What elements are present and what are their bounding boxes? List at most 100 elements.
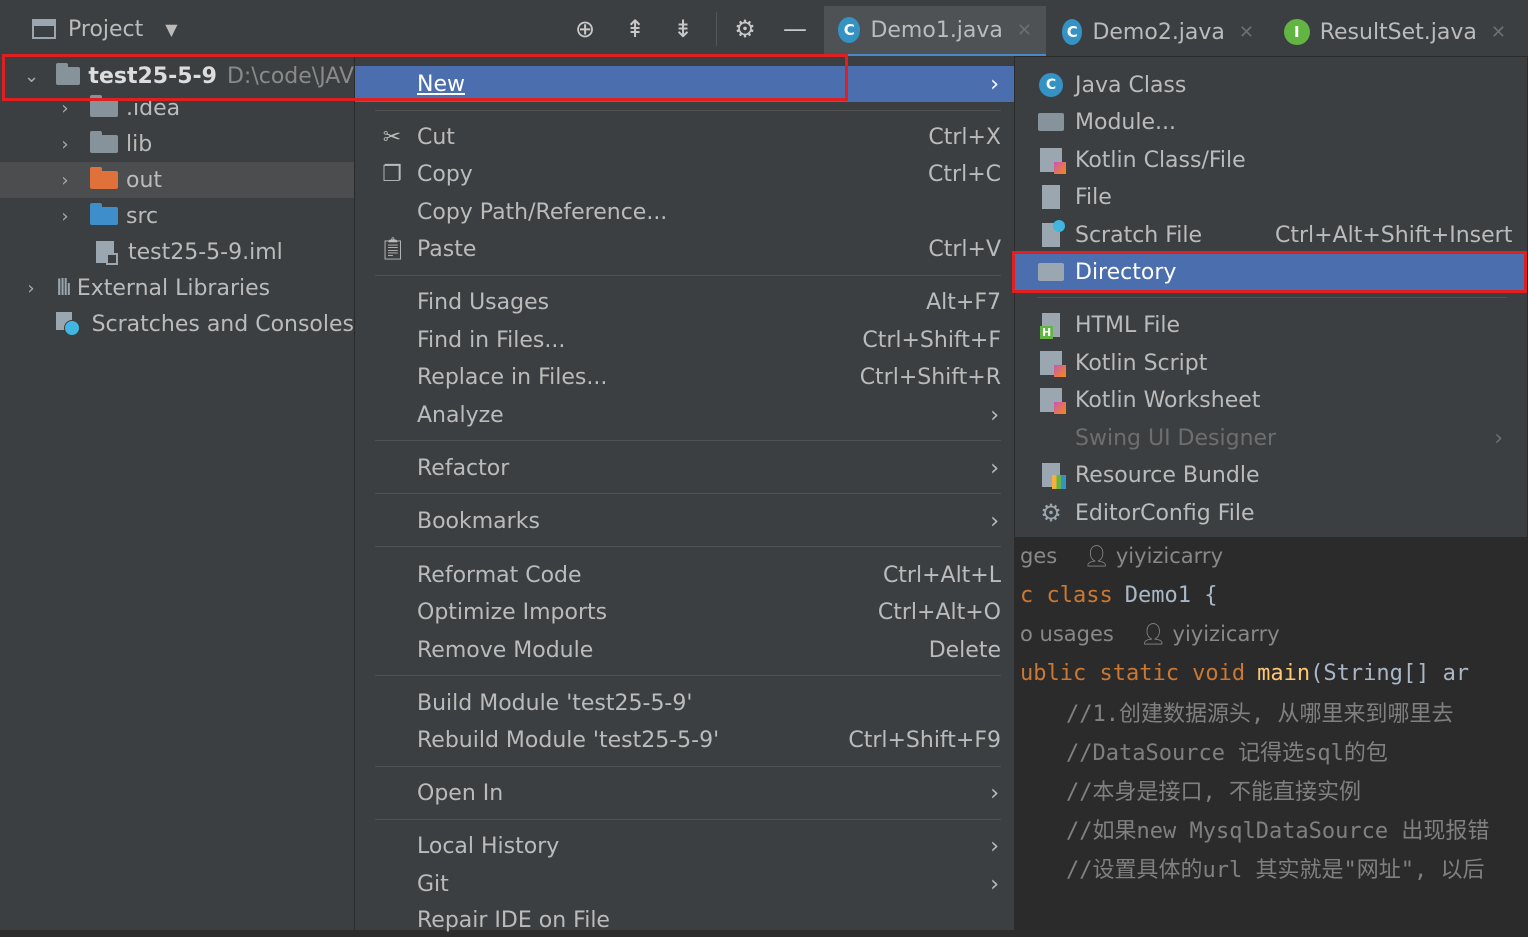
tree-item-out[interactable]: › out: [0, 162, 354, 198]
submenu-item-kotlin-worksheet[interactable]: Kotlin Worksheet: [1015, 382, 1527, 418]
chevron-right-icon[interactable]: ›: [58, 134, 72, 155]
tree-item-label: Scratches and Consoles: [91, 311, 354, 337]
java-class-icon: C: [838, 17, 861, 43]
submenu-item-java-class[interactable]: C Java Class: [1015, 67, 1527, 103]
crosshair-icon[interactable]: ⊕: [570, 14, 600, 44]
project-label: Project: [68, 16, 144, 42]
menu-divider: [375, 819, 1001, 820]
menu-item-label: Repair IDE on File: [417, 907, 610, 933]
gear-icon[interactable]: ⚙: [730, 14, 760, 44]
tree-item-scratches[interactable]: Scratches and Consoles: [0, 306, 354, 342]
menu-item-cut[interactable]: ✂ Cut Ctrl+X: [355, 120, 1021, 154]
collapse-all-icon[interactable]: ⇟: [668, 14, 698, 44]
code-comment: //本身是接口, 不能直接实例: [1066, 780, 1361, 805]
menu-item-rebuild-module[interactable]: Rebuild Module 'test25-5-9' Ctrl+Shift+F…: [355, 723, 1021, 757]
code-comment: //设置具体的url 其实就是"网址", 以后: [1066, 858, 1485, 883]
code-class-name: Demo1 {: [1124, 582, 1218, 608]
submenu-item-resource-bundle[interactable]: Resource Bundle: [1015, 457, 1527, 493]
clipboard-icon: 📋︎: [379, 236, 407, 262]
project-tree: ⌄ test25-5-9 D:\code\JAV › .idea › lib ›…: [0, 58, 354, 930]
submenu-item-directory[interactable]: Directory: [1015, 254, 1527, 290]
chevron-right-icon: ›: [990, 455, 999, 481]
html-file-icon: [1040, 313, 1060, 339]
module-file-icon: [96, 241, 118, 265]
project-view-selector[interactable]: Project ▼: [32, 14, 178, 44]
chevron-right-icon[interactable]: ›: [58, 98, 72, 119]
submenu-item-label: Scratch File: [1075, 222, 1203, 248]
submenu-item-swing-ui-designer[interactable]: Swing UI Designer ›: [1015, 420, 1527, 456]
tree-item-idea[interactable]: › .idea: [0, 90, 354, 126]
tree-item-iml[interactable]: test25-5-9.iml: [0, 234, 354, 270]
tree-root-label: test25-5-9: [88, 63, 217, 89]
menu-item-copy-path[interactable]: Copy Path/Reference...: [355, 195, 1021, 229]
author-hint: yiyizicarry: [1115, 544, 1223, 568]
tab-demo2[interactable]: C Demo2.java ✕: [1048, 6, 1268, 58]
chevron-right-icon: ›: [1494, 425, 1503, 451]
menu-item-remove-module[interactable]: Remove Module Delete: [355, 633, 1021, 667]
project-window-icon: [32, 19, 56, 39]
tree-item-label: .idea: [126, 95, 181, 121]
chevron-down-icon[interactable]: ▼: [165, 20, 177, 39]
tree-item-src[interactable]: › src: [0, 198, 354, 234]
menu-item-find-usages[interactable]: Find Usages Alt+F7: [355, 285, 1021, 319]
menu-item-repair-ide[interactable]: Repair IDE on File: [355, 903, 1021, 937]
menu-item-bookmarks[interactable]: Bookmarks ›: [355, 504, 1021, 538]
chevron-right-icon[interactable]: ›: [58, 206, 72, 227]
menu-item-open-in[interactable]: Open In ›: [355, 776, 1021, 810]
menu-item-build-module[interactable]: Build Module 'test25-5-9': [355, 686, 1021, 720]
menu-item-shortcut: Ctrl+Shift+F: [862, 327, 1001, 353]
interface-icon: I: [1284, 19, 1310, 45]
new-submenu: C Java Class Module... Kotlin Class/File…: [1014, 56, 1528, 538]
minimize-icon[interactable]: —: [780, 14, 810, 44]
tree-root-row[interactable]: ⌄ test25-5-9 D:\code\JAV: [0, 58, 354, 94]
submenu-item-editorconfig[interactable]: ⚙ EditorConfig File: [1015, 495, 1527, 531]
menu-item-reformat-code[interactable]: Reformat Code Ctrl+Alt+L: [355, 558, 1021, 592]
menu-item-new[interactable]: New ›: [355, 66, 1021, 102]
menu-divider: [375, 766, 1001, 767]
tab-demo1[interactable]: C Demo1.java ✕: [824, 6, 1046, 58]
tree-item-lib[interactable]: › lib: [0, 126, 354, 162]
chevron-down-icon[interactable]: ⌄: [24, 66, 39, 87]
menu-item-refactor[interactable]: Refactor ›: [355, 451, 1021, 485]
menu-item-optimize-imports[interactable]: Optimize Imports Ctrl+Alt+O: [355, 595, 1021, 629]
close-icon[interactable]: ✕: [1017, 20, 1032, 41]
menu-item-local-history[interactable]: Local History ›: [355, 829, 1021, 863]
submenu-item-kotlin-script[interactable]: Kotlin Script: [1015, 345, 1527, 381]
tab-label: Demo2.java: [1092, 19, 1225, 45]
submenu-item-label: Kotlin Worksheet: [1075, 387, 1261, 413]
submenu-item-label: Kotlin Script: [1075, 350, 1208, 376]
submenu-item-scratch-file[interactable]: Scratch File Ctrl+Alt+Shift+Insert: [1015, 217, 1527, 253]
code-keyword: ublic static void: [1020, 660, 1246, 686]
close-icon[interactable]: ✕: [1239, 22, 1254, 43]
submenu-item-file[interactable]: File: [1015, 179, 1527, 215]
chevron-right-icon[interactable]: ›: [24, 278, 38, 299]
submenu-item-kotlin-class[interactable]: Kotlin Class/File: [1015, 142, 1527, 178]
menu-item-label: Remove Module: [417, 637, 594, 663]
code-params: (String[] ar: [1310, 660, 1470, 686]
tab-resultset[interactable]: I ResultSet.java ✕: [1270, 6, 1520, 58]
copy-icon: ❐: [382, 161, 402, 187]
menu-item-label: Cut: [417, 124, 455, 150]
menu-item-git[interactable]: Git ›: [355, 867, 1021, 901]
menu-item-label: Open In: [417, 780, 504, 806]
submenu-divider: [1037, 297, 1507, 298]
submenu-item-module[interactable]: Module...: [1015, 104, 1527, 140]
chevron-right-icon: ›: [990, 508, 999, 534]
close-icon[interactable]: ✕: [1491, 22, 1506, 43]
folder-icon: [90, 131, 118, 153]
usages-hint: o usages: [1020, 622, 1114, 646]
menu-item-paste[interactable]: 📋︎ Paste Ctrl+V: [355, 232, 1021, 266]
tree-item-external-libraries[interactable]: › Illı External Libraries: [0, 270, 354, 306]
expand-all-icon[interactable]: ⇞: [620, 14, 650, 44]
submenu-item-html-file[interactable]: HTML File: [1015, 307, 1527, 343]
chevron-right-icon: ›: [990, 871, 999, 897]
chevron-right-icon[interactable]: ›: [58, 170, 72, 191]
menu-item-replace-in-files[interactable]: Replace in Files... Ctrl+Shift+R: [355, 360, 1021, 394]
menu-item-find-in-files[interactable]: Find in Files... Ctrl+Shift+F: [355, 323, 1021, 357]
submenu-item-label: Swing UI Designer: [1075, 425, 1277, 451]
code-editor[interactable]: ges 👤︎ yiyizicarry c class Demo1 { o usa…: [1014, 538, 1528, 930]
code-comment: //1.创建数据源头, 从哪里来到哪里去: [1066, 702, 1454, 727]
menu-item-copy[interactable]: ❐ Copy Ctrl+C: [355, 157, 1021, 191]
menu-item-analyze[interactable]: Analyze ›: [355, 398, 1021, 432]
resource-bundle-icon: [1042, 463, 1066, 489]
